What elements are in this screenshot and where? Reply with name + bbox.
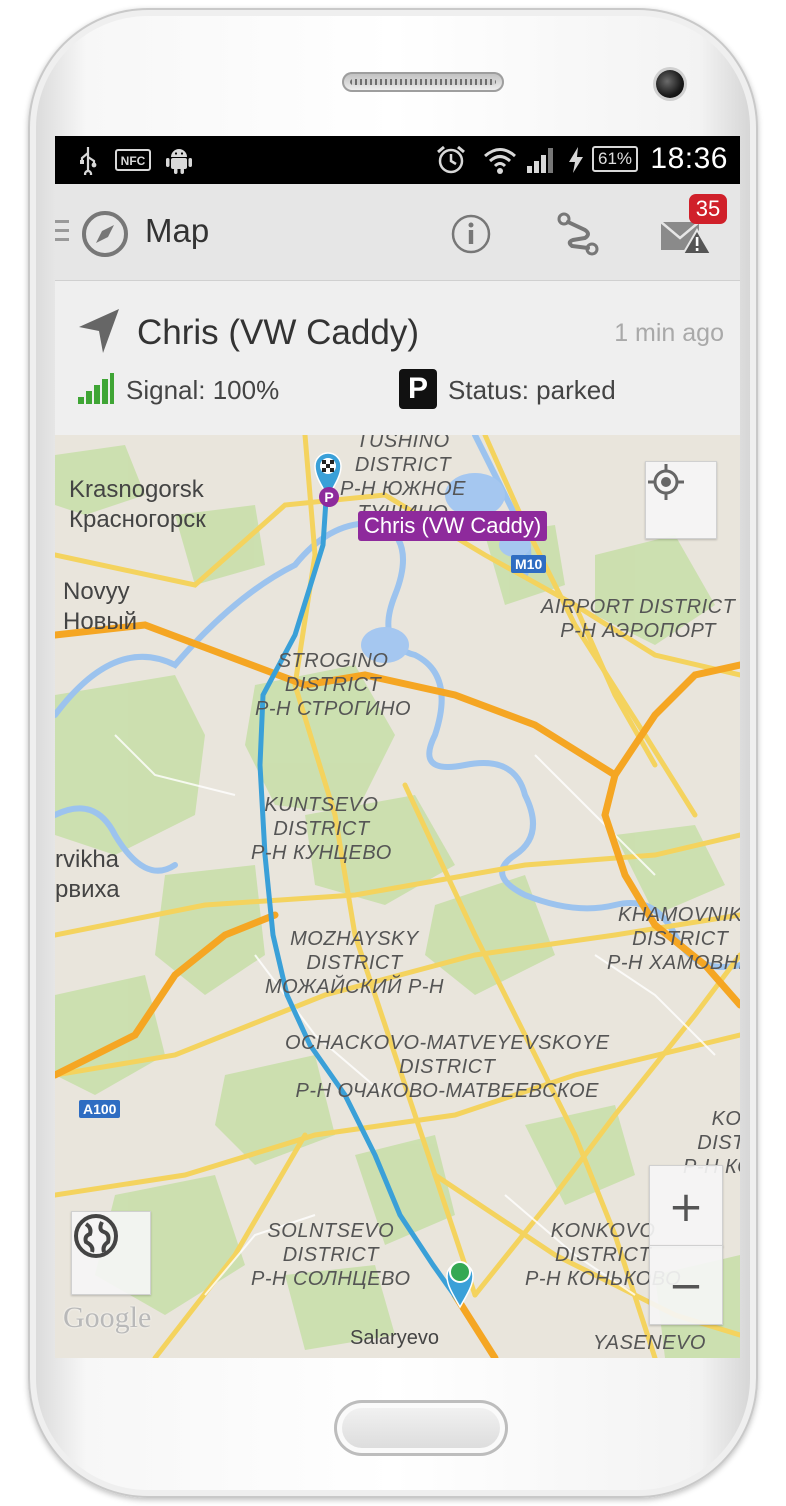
battery-icon: 61%	[592, 146, 638, 172]
parking-marker-icon[interactable]: P	[318, 486, 340, 508]
app-toolbar: Map 35	[55, 184, 740, 281]
crosshair-icon	[648, 464, 684, 500]
road-shield-m10: M10	[511, 555, 547, 573]
zoom-out-label: −	[668, 1260, 704, 1310]
current-location-dot	[449, 1261, 471, 1283]
status-bar: NFC 61% 18:36	[55, 136, 740, 184]
wifi-icon	[483, 144, 517, 176]
signal-strength-icon	[77, 373, 115, 405]
last-seen-time: 1 min ago	[614, 319, 724, 347]
map-label: rvikha рвиха	[55, 846, 120, 903]
zoom-out-button[interactable]: −	[649, 1245, 723, 1325]
zoom-in-label: +	[668, 1181, 704, 1231]
page-title: Map	[145, 212, 210, 249]
vehicle-map-label[interactable]: Chris (VW Caddy)	[358, 511, 548, 541]
google-attribution: Google	[63, 1301, 152, 1334]
notification-badge: 35	[689, 194, 727, 224]
map-label: AIRPORT DISTRICT Р-Н АЭРОПОРТ	[541, 596, 736, 642]
map-label: SOLNTSEVO DISTRICT Р-Н СОЛНЦЕВО	[251, 1220, 411, 1290]
my-location-button[interactable]	[645, 461, 717, 539]
vehicle-name: Chris (VW Caddy)	[137, 313, 419, 352]
cell-signal-icon	[525, 144, 557, 176]
android-icon	[165, 144, 193, 176]
navigation-arrow-icon	[75, 307, 123, 355]
map-label: Novyy Новый	[63, 578, 138, 635]
charging-icon	[565, 144, 587, 176]
zoom-in-button[interactable]: +	[649, 1165, 723, 1247]
road-shield-a100: A100	[79, 1100, 121, 1118]
signal-strength-text: Signal: 100%	[126, 375, 280, 405]
map-label: KUNTSEVO DISTRICT Р-Н КУНЦЕВО	[251, 794, 392, 864]
vehicle-info-panel[interactable]: Chris (VW Caddy) 1 min ago Signal: 100% …	[55, 281, 740, 436]
phone-screen: NFC 61% 18:36 Map 35 Chris (VW Caddy) 1 …	[55, 136, 740, 1358]
svg-text:NFC: NFC	[121, 154, 146, 168]
usb-icon	[75, 144, 101, 176]
map-label: STROGINO DISTRICT Р-Н СТРОГИНО	[255, 650, 412, 720]
globe-icon	[74, 1214, 118, 1258]
vehicle-status-text: Status: parked	[448, 375, 616, 405]
map-type-button[interactable]	[71, 1211, 151, 1295]
home-button[interactable]	[334, 1400, 508, 1456]
drawer-menu-icon[interactable]	[55, 220, 69, 241]
map-label: Salaryevo	[350, 1327, 439, 1349]
map-label: Krasnogorsk Красногорск	[69, 476, 206, 533]
parking-icon: P	[399, 369, 437, 409]
front-camera	[656, 70, 684, 98]
alarm-icon	[435, 144, 467, 176]
earpiece-speaker	[342, 72, 504, 92]
map-view[interactable]: M10 A100 TUSHINODISTRICTР-Н ЮЖНОЕТУШИНО …	[55, 435, 740, 1358]
compass-icon[interactable]	[81, 210, 129, 258]
map-label: YASENEVO	[593, 1332, 706, 1354]
info-icon[interactable]	[451, 214, 491, 254]
map-label: OCHACKOVO-MATVEYEVSKOYE DISTRICT Р-Н ОЧАКО…	[285, 1032, 610, 1102]
svg-text:P: P	[324, 489, 333, 505]
map-label: KHAMOVNIK DISTRICT Р-Н ХАМОВНИ	[607, 904, 740, 974]
clock: 18:36	[650, 142, 728, 175]
map-label: MOZHAYSKY DISTRICT МОЖАЙСКИЙ Р-Н	[265, 928, 444, 998]
nfc-icon: NFC	[115, 144, 151, 176]
route-icon[interactable]	[555, 210, 601, 258]
